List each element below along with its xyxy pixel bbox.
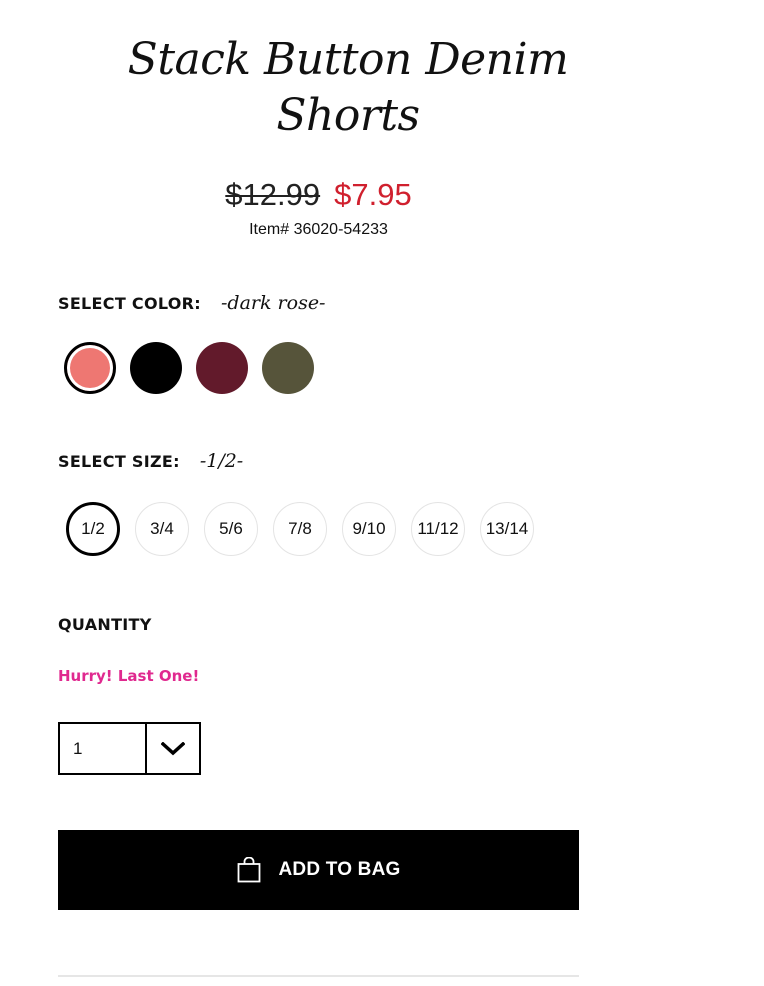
shopping-bag-icon: [237, 857, 260, 883]
original-price: $12.99: [225, 177, 321, 212]
size-label-row: SELECT SIZE: -1/2-: [58, 450, 243, 472]
quantity-select[interactable]: 1: [58, 722, 201, 775]
size-option[interactable]: 13/14: [480, 502, 534, 556]
item-number: Item# 36020-54233: [249, 221, 388, 238]
size-option[interactable]: 1/2: [66, 502, 120, 556]
color-label-row: SELECT COLOR: -dark rose-: [58, 292, 325, 314]
selected-color-value: -dark rose-: [221, 292, 326, 314]
size-option[interactable]: 5/6: [204, 502, 258, 556]
quantity-value: 1: [73, 738, 83, 758]
add-to-bag-label: ADD TO BAG: [278, 859, 401, 880]
quantity-dropdown-button[interactable]: [145, 724, 199, 773]
size-option[interactable]: 3/4: [135, 502, 189, 556]
section-divider: [58, 975, 579, 977]
select-size-label: SELECT SIZE:: [58, 452, 180, 471]
price-row: $12.99 $7.95: [58, 176, 579, 214]
product-title: Stack Button Denim Shorts: [127, 34, 569, 141]
color-swatch-black[interactable]: [130, 342, 182, 394]
chevron-down-icon: [161, 741, 185, 755]
color-swatches: [64, 342, 314, 394]
size-option[interactable]: 7/8: [273, 502, 327, 556]
color-swatch-dark-rose[interactable]: [64, 342, 116, 394]
size-option[interactable]: 9/10: [342, 502, 396, 556]
color-swatch-burgundy[interactable]: [196, 342, 248, 394]
quantity-label-row: QUANTITY: [58, 615, 152, 634]
size-options: 1/2 3/4 5/6 7/8 9/10 11/12 13/14: [66, 502, 534, 556]
sale-price: $7.95: [334, 177, 412, 212]
color-swatch-olive[interactable]: [262, 342, 314, 394]
select-color-label: SELECT COLOR:: [58, 294, 201, 313]
stock-message: Hurry! Last One!: [58, 667, 200, 685]
quantity-label: QUANTITY: [58, 615, 152, 634]
size-option[interactable]: 11/12: [411, 502, 465, 556]
add-to-bag-button[interactable]: ADD TO BAG: [58, 830, 579, 910]
selected-size-value: -1/2-: [199, 450, 244, 472]
